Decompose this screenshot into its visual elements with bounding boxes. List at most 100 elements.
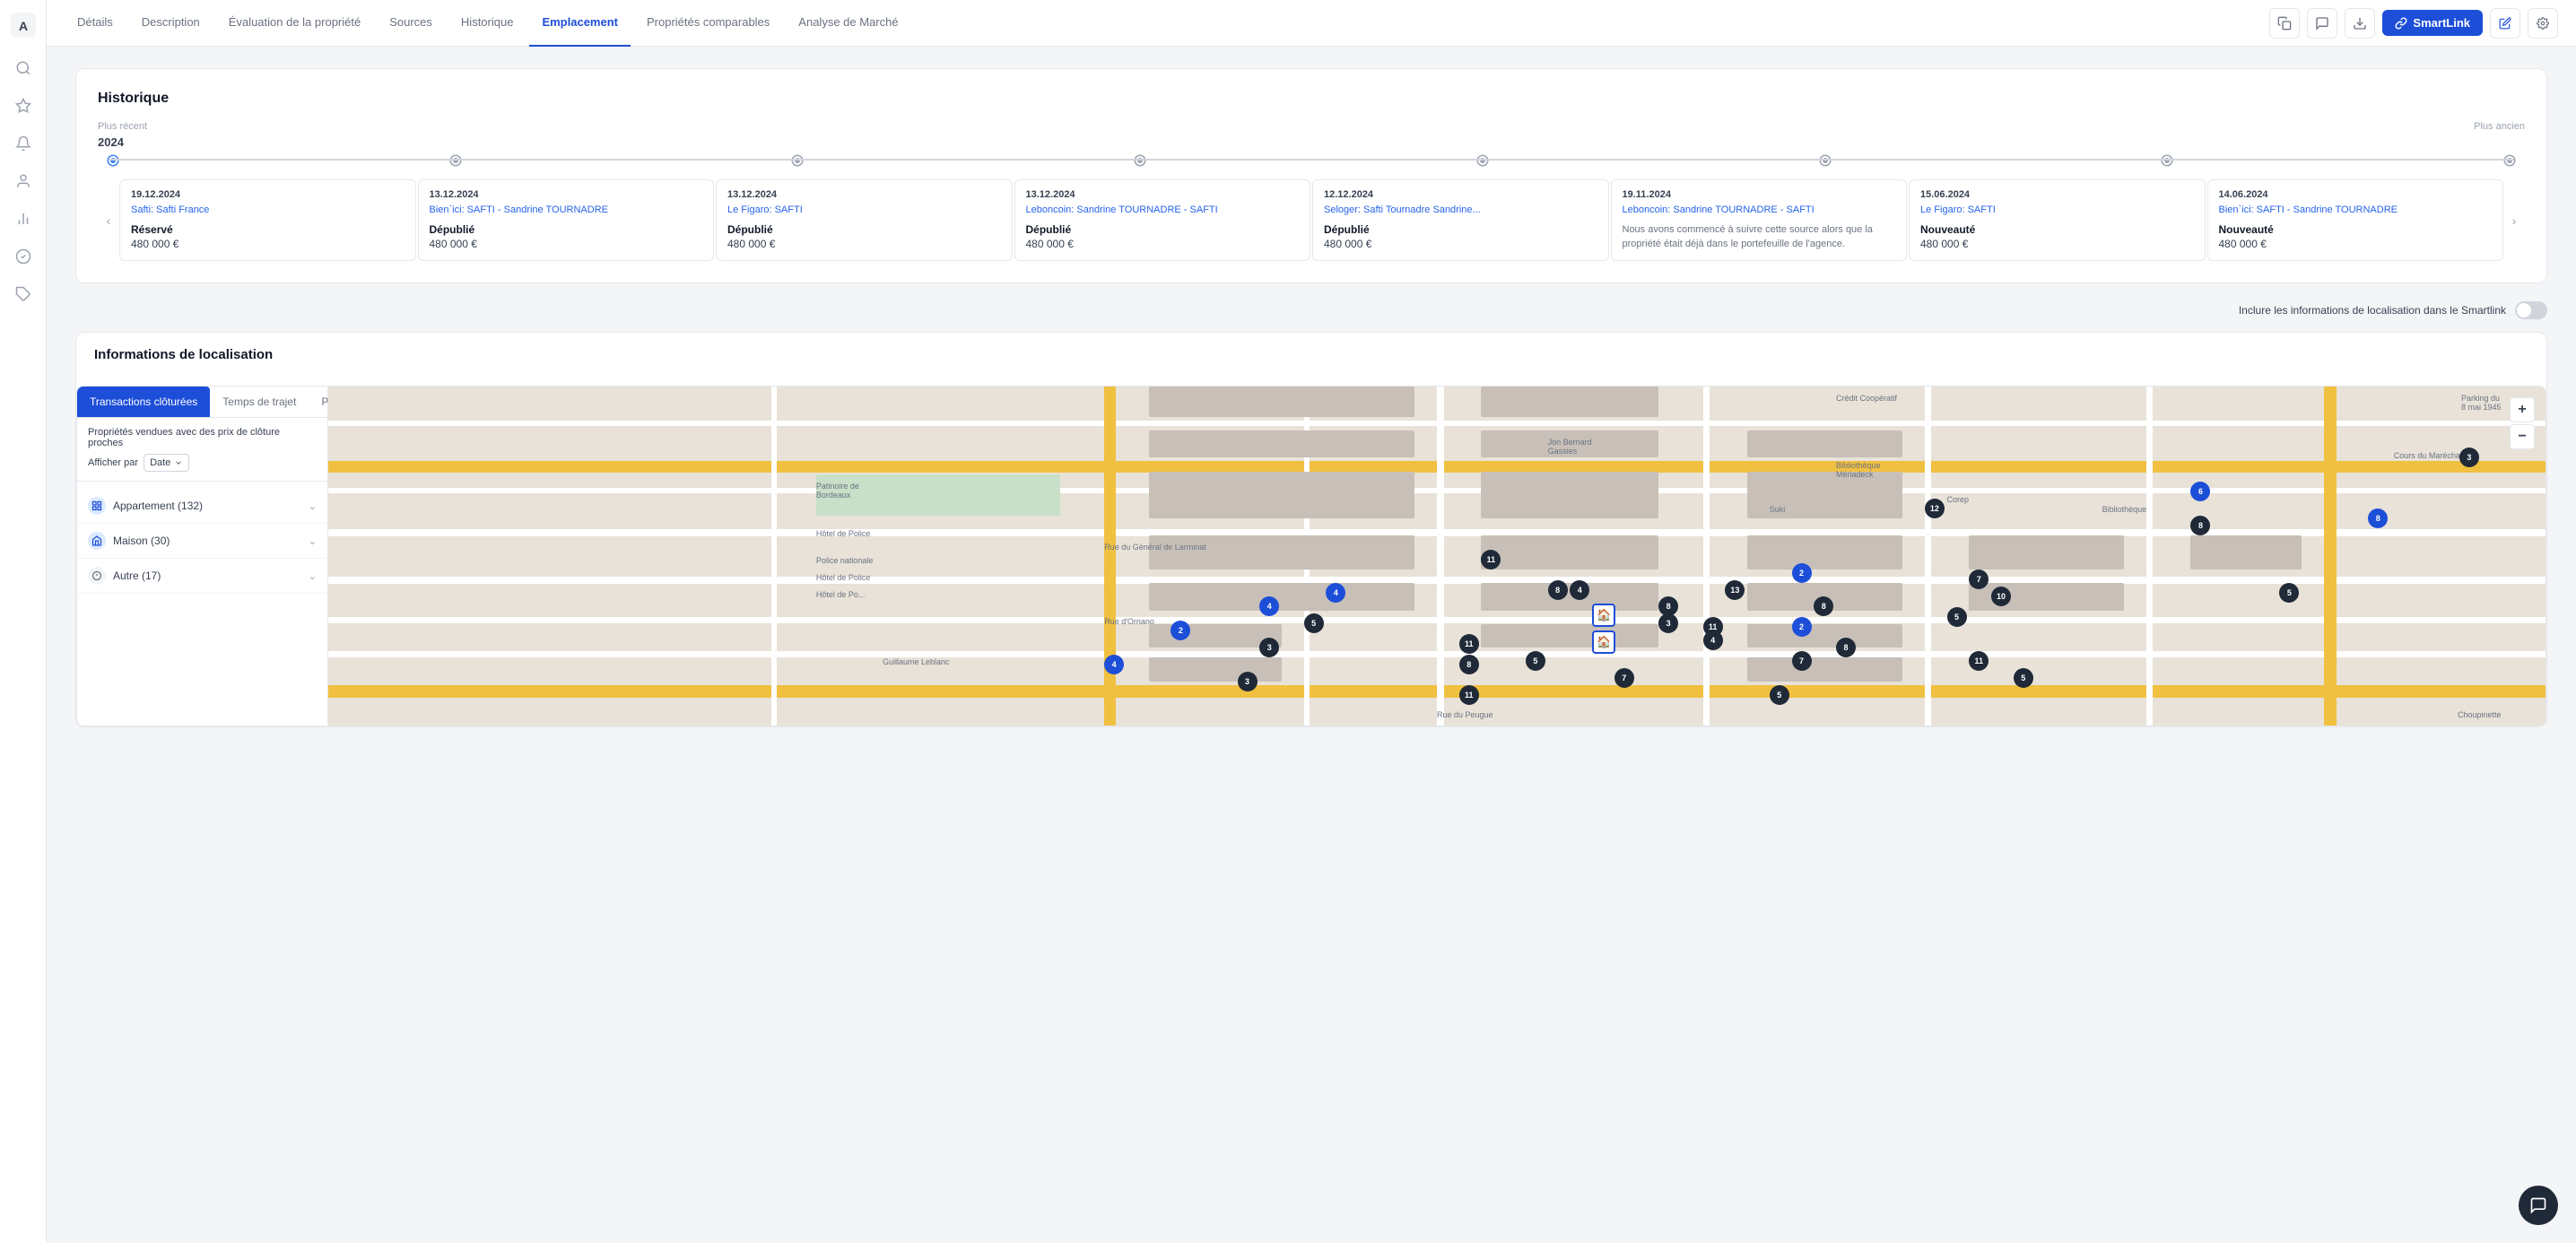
- nav-emplacement[interactable]: Emplacement: [529, 0, 631, 47]
- nav-details[interactable]: Détails: [65, 0, 126, 47]
- timeline-next-button[interactable]: ›: [2503, 179, 2525, 261]
- prop-item-left-maison: Maison (30): [88, 532, 170, 550]
- map-pin-11a[interactable]: 11: [1481, 550, 1501, 569]
- map-pin-8d[interactable]: 8: [1814, 596, 1833, 616]
- zoom-in-button[interactable]: +: [2510, 397, 2535, 422]
- tab-trajet[interactable]: Temps de trajet: [210, 387, 309, 417]
- map-pin-8f[interactable]: 8: [1548, 580, 1568, 600]
- map-pin-10[interactable]: 10: [1991, 587, 2011, 606]
- copy-action-button[interactable]: [2269, 8, 2300, 39]
- map-pin-2b[interactable]: 2: [1792, 617, 1812, 637]
- map-label-hotel-police2: Hôtel de Police: [816, 573, 871, 582]
- map-pin-5a[interactable]: 5: [1947, 607, 1967, 627]
- map-pin-7a[interactable]: 7: [1969, 569, 1989, 589]
- map-pin-3c[interactable]: 3: [1259, 638, 1279, 657]
- map-area[interactable]: Crédit Coopératif Parking du8 mai 1945 P…: [328, 387, 2546, 726]
- tab-transactions[interactable]: Transactions clôturées: [77, 387, 210, 417]
- date-select[interactable]: Date: [144, 454, 189, 472]
- map-pin-11e[interactable]: 11: [1459, 685, 1479, 705]
- map-pin-6[interactable]: 6: [2190, 482, 2210, 501]
- bell-nav-icon[interactable]: [7, 127, 39, 160]
- timeline-prev-button[interactable]: ‹: [98, 179, 119, 261]
- prop-appartement[interactable]: Appartement (132) ⌄: [77, 489, 327, 524]
- nav-analyse[interactable]: Analyse de Marché: [786, 0, 910, 47]
- map-pin-5c[interactable]: 5: [1526, 651, 1545, 671]
- settings-action-button[interactable]: [2528, 8, 2558, 39]
- map-pin-7b[interactable]: 7: [1792, 651, 1812, 671]
- tag-nav-icon[interactable]: [7, 278, 39, 310]
- timeline-dot-8[interactable]: [2505, 156, 2514, 165]
- map-pin-3a[interactable]: 3: [2459, 448, 2479, 467]
- timeline-card-7[interactable]: 14.06.2024 Bien`ici: SAFTI - Sandrine TO…: [2207, 179, 2504, 261]
- home-nav-icon[interactable]: [7, 240, 39, 273]
- timeline-card-6[interactable]: 15.06.2024 Le Figaro: SAFTI Nouveauté 48…: [1909, 179, 2206, 261]
- timeline-price-7: 480 000 €: [2219, 238, 2493, 250]
- chart-nav-icon[interactable]: [7, 203, 39, 235]
- smartlink-button[interactable]: SmartLink: [2382, 10, 2483, 36]
- timeline-card-5[interactable]: 19.11.2024 Leboncoin: Sandrine TOURNADRE…: [1611, 179, 1908, 261]
- map-pin-8a[interactable]: 8: [2190, 516, 2210, 535]
- map-pin-4a[interactable]: 4: [1570, 580, 1589, 600]
- map-pin-4c[interactable]: 4: [1326, 583, 1345, 603]
- map-pin-2a[interactable]: 2: [1792, 563, 1812, 583]
- map-pin-house2[interactable]: 🏠: [1592, 604, 1615, 627]
- map-pin-7c[interactable]: 7: [1614, 668, 1634, 688]
- timeline-card-3[interactable]: 13.12.2024 Leboncoin: Sandrine TOURNADRE…: [1014, 179, 1311, 261]
- map-pin-5b[interactable]: 5: [2279, 583, 2299, 603]
- map-pin-5f[interactable]: 5: [1770, 685, 1789, 705]
- timeline-dot-3[interactable]: [793, 156, 802, 165]
- search-nav-icon[interactable]: [7, 52, 39, 84]
- zoom-out-button[interactable]: −: [2510, 424, 2535, 449]
- timeline-dot-1[interactable]: [109, 156, 117, 165]
- nav-sources[interactable]: Sources: [377, 0, 445, 47]
- map-label-rue-ornano: Rue d'Ornano: [1104, 617, 1154, 626]
- nav-description[interactable]: Description: [129, 0, 213, 47]
- road-v5: [2146, 387, 2153, 726]
- timeline-dot-7[interactable]: [2163, 156, 2171, 165]
- timeline-card-0[interactable]: 19.12.2024 Safti: Safti France Réservé 4…: [119, 179, 416, 261]
- timeline-date-4: 12.12.2024: [1324, 189, 1597, 200]
- localisation-toggle[interactable]: [2515, 301, 2547, 319]
- map-pin-8g[interactable]: 8: [1459, 655, 1479, 674]
- map-pin-2c[interactable]: 2: [1171, 621, 1190, 640]
- timeline-source-5: Leboncoin: Sandrine TOURNADRE - SAFTI: [1623, 204, 1896, 216]
- timeline-dot-6[interactable]: [1821, 156, 1830, 165]
- edit-action-button[interactable]: [2490, 8, 2520, 39]
- timeline-source-2: Le Figaro: SAFTI: [727, 204, 1001, 216]
- timeline-dot-2[interactable]: [451, 156, 460, 165]
- map-pin-4e[interactable]: 4: [1104, 655, 1124, 674]
- map-label-hotel-po: Hôtel de Po...: [816, 590, 866, 599]
- timeline-card-1[interactable]: 13.12.2024 Bien`ici: SAFTI - Sandrine TO…: [418, 179, 715, 261]
- timeline-card-4[interactable]: 12.12.2024 Seloger: Safti Tournadre Sand…: [1312, 179, 1609, 261]
- autre-icon: [88, 567, 106, 585]
- timeline-dot-5[interactable]: [1478, 156, 1487, 165]
- chat-support-button[interactable]: [2519, 1186, 2558, 1225]
- chat-action-button[interactable]: [2307, 8, 2337, 39]
- map-pin-11c[interactable]: 11: [1969, 651, 1989, 671]
- timeline-price-2: 480 000 €: [727, 238, 1001, 250]
- map-pin-3d[interactable]: 3: [1238, 672, 1258, 691]
- nav-evaluation[interactable]: Évaluation de la propriété: [216, 0, 373, 47]
- nav-historique[interactable]: Historique: [448, 0, 527, 47]
- map-label-rue-laminat: Rue du Général de Larminat: [1104, 543, 1206, 552]
- map-pin-12[interactable]: 12: [1925, 499, 1945, 518]
- map-pin-4d[interactable]: 4: [1259, 596, 1279, 616]
- timeline-dot-4[interactable]: [1136, 156, 1144, 165]
- prop-maison[interactable]: Maison (30) ⌄: [77, 524, 327, 559]
- map-pin-8b[interactable]: 8: [2368, 508, 2388, 528]
- map-pin-11b[interactable]: 11: [1703, 617, 1723, 637]
- map-pin-3b[interactable]: 3: [1658, 613, 1678, 633]
- map-pin-13[interactable]: 13: [1725, 580, 1745, 600]
- user-nav-icon[interactable]: [7, 165, 39, 197]
- map-pin-house1[interactable]: 🏠: [1592, 630, 1615, 654]
- map-pin-5d[interactable]: 5: [2014, 668, 2033, 688]
- nav-action-buttons: SmartLink: [2269, 8, 2558, 39]
- star-nav-icon[interactable]: [7, 90, 39, 122]
- prop-autre[interactable]: Autre (17) ⌄: [77, 559, 327, 594]
- map-pin-5e[interactable]: 5: [1304, 613, 1324, 633]
- nav-comparables[interactable]: Propriétés comparables: [634, 0, 782, 47]
- download-action-button[interactable]: [2345, 8, 2375, 39]
- map-pin-8e[interactable]: 8: [1836, 638, 1856, 657]
- timeline-card-2[interactable]: 13.12.2024 Le Figaro: SAFTI Dépublié 480…: [716, 179, 1013, 261]
- map-pin-11d[interactable]: 11: [1459, 634, 1479, 654]
